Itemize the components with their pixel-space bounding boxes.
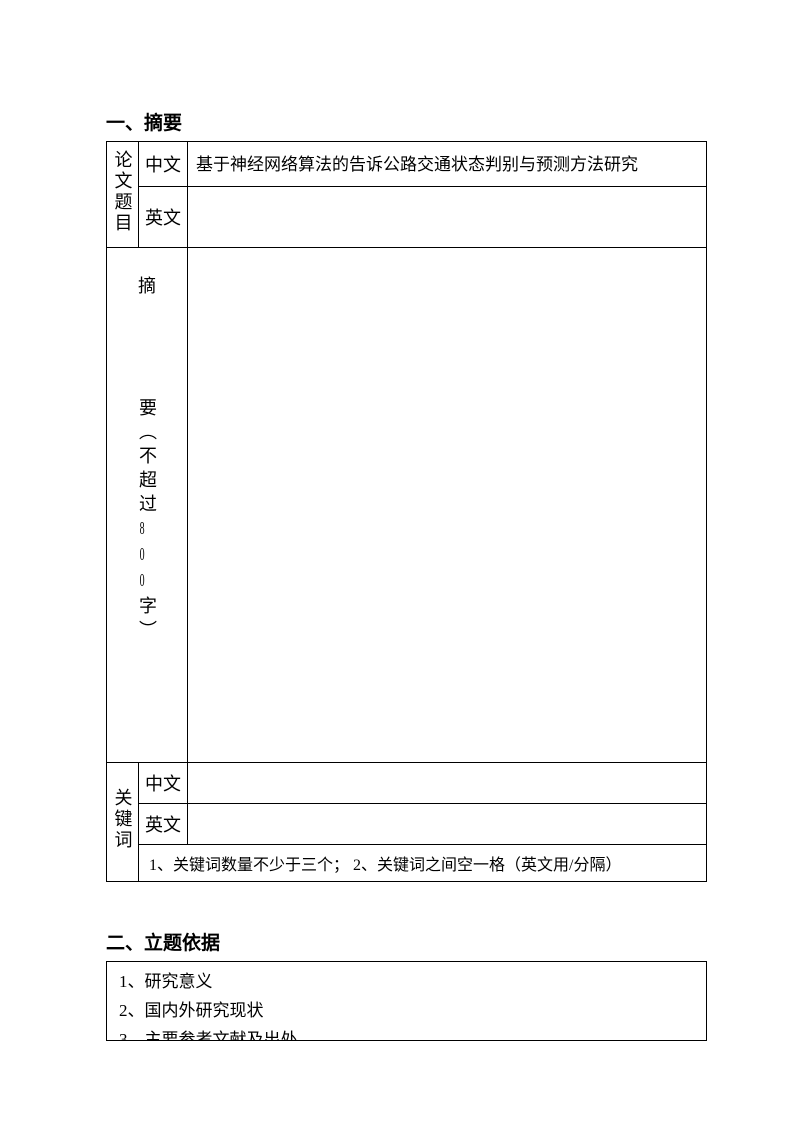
basis-item-2: 2、国内外研究现状 xyxy=(119,997,694,1026)
title-en-row: 英文 xyxy=(107,187,707,248)
keyword-cn-row: 关键词 中文 xyxy=(107,763,707,804)
title-label-cell: 论文题目 xyxy=(107,142,139,248)
title-cn-row: 论文题目 中文 基于神经网络算法的告诉公路交通状态判别与预测方法研究 xyxy=(107,142,707,187)
keyword-en-label: 英文 xyxy=(139,804,188,845)
abstract-label-cell: 摘 要（不超过800字） xyxy=(107,248,188,763)
basis-box: 1、研究意义 2、国内外研究现状 3、主要参考文献及出处 xyxy=(106,961,707,1041)
abstract-table: 论文题目 中文 基于神经网络算法的告诉公路交通状态判别与预测方法研究 英文 摘 … xyxy=(106,141,707,882)
title-cn-value: 基于神经网络算法的告诉公路交通状态判别与预测方法研究 xyxy=(188,142,707,187)
keyword-cn-label: 中文 xyxy=(139,763,188,804)
keyword-label-cell: 关键词 xyxy=(107,763,139,882)
keyword-note-row: 1、关键词数量不少于三个； 2、关键词之间空一格（英文用/分隔） xyxy=(107,845,707,882)
abstract-value xyxy=(188,248,707,763)
abstract-row: 摘 要（不超过800字） xyxy=(107,248,707,763)
title-en-value xyxy=(188,187,707,248)
keyword-note: 1、关键词数量不少于三个； 2、关键词之间空一格（英文用/分隔） xyxy=(139,845,707,882)
keyword-cn-value xyxy=(188,763,707,804)
section1-heading: 一、摘要 xyxy=(106,108,710,135)
section2-heading: 二、立题依据 xyxy=(106,928,710,955)
title-cn-label: 中文 xyxy=(139,142,188,187)
keyword-en-value xyxy=(188,804,707,845)
basis-item-3: 3、主要参考文献及出处 xyxy=(119,1026,694,1040)
title-en-label: 英文 xyxy=(139,187,188,248)
keyword-en-row: 英文 xyxy=(107,804,707,845)
basis-item-1: 1、研究意义 xyxy=(119,968,694,997)
